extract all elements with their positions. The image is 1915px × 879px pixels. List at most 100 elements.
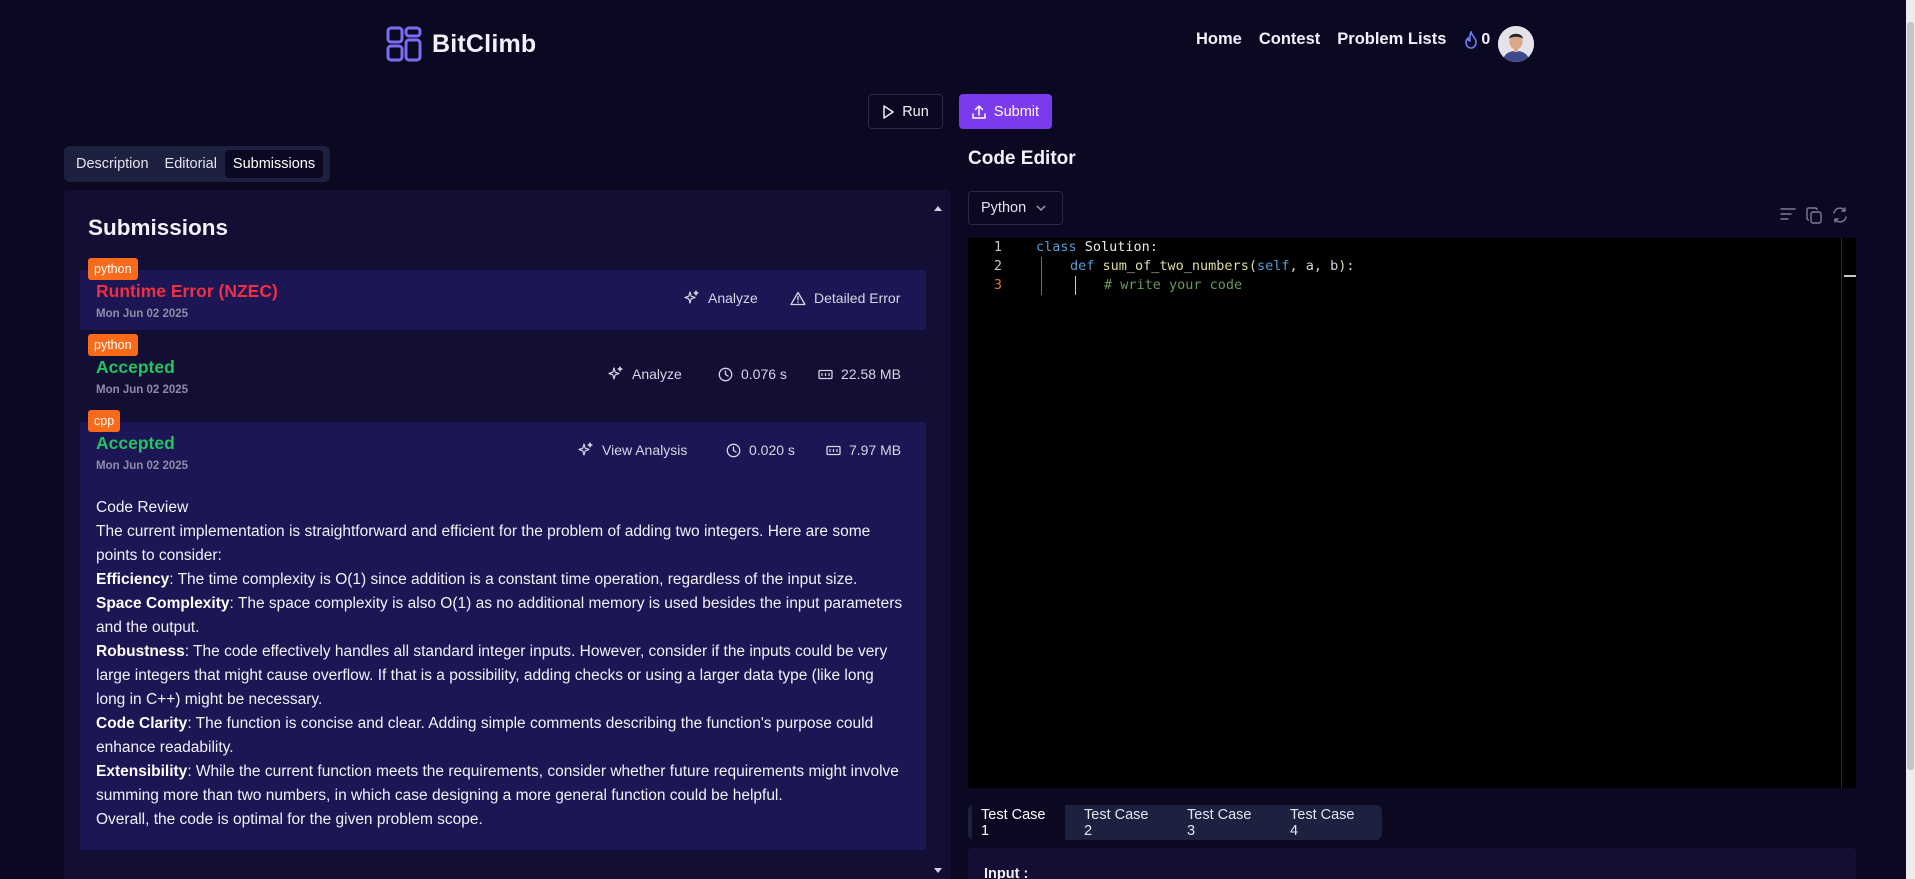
punctuation-token: ): — [1338, 258, 1355, 274]
submission-row[interactable]: Runtime Error (NZEC) Mon Jun 02 2025 Ana… — [80, 270, 926, 330]
nav-problem-lists[interactable]: Problem Lists — [1337, 30, 1446, 49]
runtime-value: 0.020 s — [749, 442, 795, 458]
tab-test-case-2[interactable]: Test Case 2 — [1075, 801, 1168, 845]
reset-refresh-icon[interactable] — [1832, 207, 1848, 223]
code-line: # write your code — [1036, 276, 1355, 295]
clock-icon — [718, 367, 733, 381]
line-number-gutter: 1 2 3 — [968, 238, 1016, 295]
analyze-label: Analyze — [632, 366, 682, 382]
review-point: Code Clarity: The function is concise an… — [96, 712, 906, 760]
code-review: Code Review The current implementation i… — [96, 496, 906, 832]
review-heading: Code Review — [96, 499, 189, 516]
review-point-text: : While the current function meets the r… — [96, 763, 899, 804]
analyze-button[interactable]: Analyze — [684, 290, 758, 306]
submission-date: Mon Jun 02 2025 — [96, 308, 189, 320]
submission-date: Mon Jun 02 2025 — [96, 460, 189, 472]
sparkle-icon — [608, 366, 623, 380]
function-name-token: sum_of_two_numbers — [1094, 258, 1249, 274]
nav-contest[interactable]: Contest — [1259, 30, 1320, 49]
view-analysis-button[interactable]: View Analysis — [578, 442, 687, 458]
review-point-label: Space Complexity — [96, 595, 230, 612]
tab-test-case-3[interactable]: Test Case 3 — [1178, 801, 1271, 845]
tab-submissions[interactable]: Submissions — [224, 150, 324, 178]
streak-count: 0 — [1481, 30, 1491, 48]
memory-value: 22.58 MB — [841, 366, 901, 382]
runtime-stat: 0.020 s — [726, 442, 795, 458]
brand-logo[interactable]: BitClimb — [386, 26, 536, 62]
top-navbar: BitClimb Home Contest Problem Lists 0 — [0, 0, 1915, 86]
run-label: Run — [902, 103, 929, 120]
review-point: Extensibility: While the current functio… — [96, 760, 906, 808]
language-badge: python — [88, 334, 138, 356]
sparkle-icon — [578, 442, 593, 456]
submission-status: Runtime Error (NZEC) — [96, 281, 278, 301]
flame-icon — [1465, 30, 1478, 49]
code-content[interactable]: class Solution: def sum_of_two_numbers(s… — [1036, 238, 1355, 295]
page-scrollbar-thumb[interactable] — [1907, 22, 1914, 770]
analyze-button[interactable]: Analyze — [608, 366, 682, 382]
brand-name: BitClimb — [432, 29, 537, 58]
args-token: , a, b — [1289, 258, 1339, 274]
punctuation-token: ( — [1248, 258, 1257, 274]
submit-label: Submit — [993, 103, 1040, 120]
tab-test-case-4[interactable]: Test Case 4 — [1281, 801, 1374, 845]
chevron-down-icon — [1036, 205, 1046, 211]
memory-chip-icon — [818, 369, 833, 379]
review-point-text: : The time complexity is O(1) since addi… — [169, 571, 858, 588]
code-line: def sum_of_two_numbers(self, a, b): — [1036, 257, 1355, 276]
keyword-token: class — [1036, 239, 1077, 255]
streak-counter[interactable]: 0 — [1463, 30, 1491, 49]
class-name-token: Solution — [1076, 239, 1150, 255]
review-point-label: Extensibility — [96, 763, 188, 780]
view-analysis-label: View Analysis — [602, 442, 688, 458]
submission-row[interactable]: Accepted Mon Jun 02 2025 Analyze 0.076 s… — [80, 346, 926, 406]
code-line: class Solution: — [1036, 238, 1355, 257]
review-point-label: Efficiency — [96, 571, 170, 588]
user-avatar[interactable] — [1498, 26, 1534, 62]
format-lines-icon[interactable] — [1780, 207, 1796, 221]
review-conclusion: Overall, the code is optimal for the giv… — [96, 811, 483, 828]
test-case-tabs: Test Case 1 Test Case 2 Test Case 3 Test… — [968, 800, 1382, 845]
code-editor-title: Code Editor — [968, 148, 1076, 169]
memory-stat: 22.58 MB — [818, 366, 901, 382]
test-input-panel: Input : — [968, 848, 1856, 879]
nav-home[interactable]: Home — [1196, 30, 1242, 49]
line-number-current: 3 — [993, 277, 1002, 293]
submission-status: Accepted — [96, 433, 175, 453]
editor-scrollbar[interactable] — [1841, 238, 1842, 788]
line-number: 2 — [993, 258, 1002, 274]
problem-tabs: Description Editorial Submissions — [64, 146, 330, 182]
code-editor[interactable]: 1 2 3 class Solution: def sum_of_two_num… — [968, 238, 1856, 788]
runtime-stat: 0.076 s — [718, 366, 787, 382]
comment-token: # write your code — [1104, 277, 1243, 293]
scroll-down-arrow-icon[interactable] — [934, 868, 942, 873]
memory-value: 7.97 MB — [849, 442, 902, 458]
sparkle-icon — [684, 290, 699, 304]
line-number: 1 — [993, 239, 1002, 255]
submit-button[interactable]: Submit — [959, 94, 1052, 129]
tab-test-case-1[interactable]: Test Case 1 — [972, 800, 1065, 845]
runtime-value: 0.076 s — [741, 366, 787, 382]
play-icon — [883, 104, 894, 119]
grid-logo-icon — [386, 26, 422, 62]
tab-description[interactable]: Description — [68, 150, 157, 178]
upload-icon — [972, 104, 986, 119]
review-point: Robustness: The code effectively handles… — [96, 640, 906, 712]
detailed-error-button[interactable]: Detailed Error — [790, 290, 900, 306]
tab-editorial[interactable]: Editorial — [157, 150, 225, 178]
language-badge: python — [88, 258, 138, 280]
submissions-panel[interactable]: Submissions Runtime Error (NZEC) Mon Jun… — [64, 190, 951, 879]
copy-icon[interactable] — [1806, 207, 1822, 224]
review-point-text: : The code effectively handles all stand… — [96, 643, 888, 708]
submission-date: Mon Jun 02 2025 — [96, 384, 189, 396]
memory-chip-icon — [826, 445, 841, 455]
language-badge: cpp — [88, 410, 121, 432]
language-select-value: Python — [981, 200, 1027, 216]
language-select[interactable]: Python — [968, 191, 1063, 225]
run-button[interactable]: Run — [868, 94, 943, 129]
main-nav: Home Contest Problem Lists 0 — [1196, 30, 1490, 49]
submission-status: Accepted — [96, 357, 175, 377]
scroll-up-arrow-icon[interactable] — [934, 206, 942, 211]
detailed-error-label: Detailed Error — [814, 290, 901, 306]
clock-icon — [726, 443, 741, 457]
